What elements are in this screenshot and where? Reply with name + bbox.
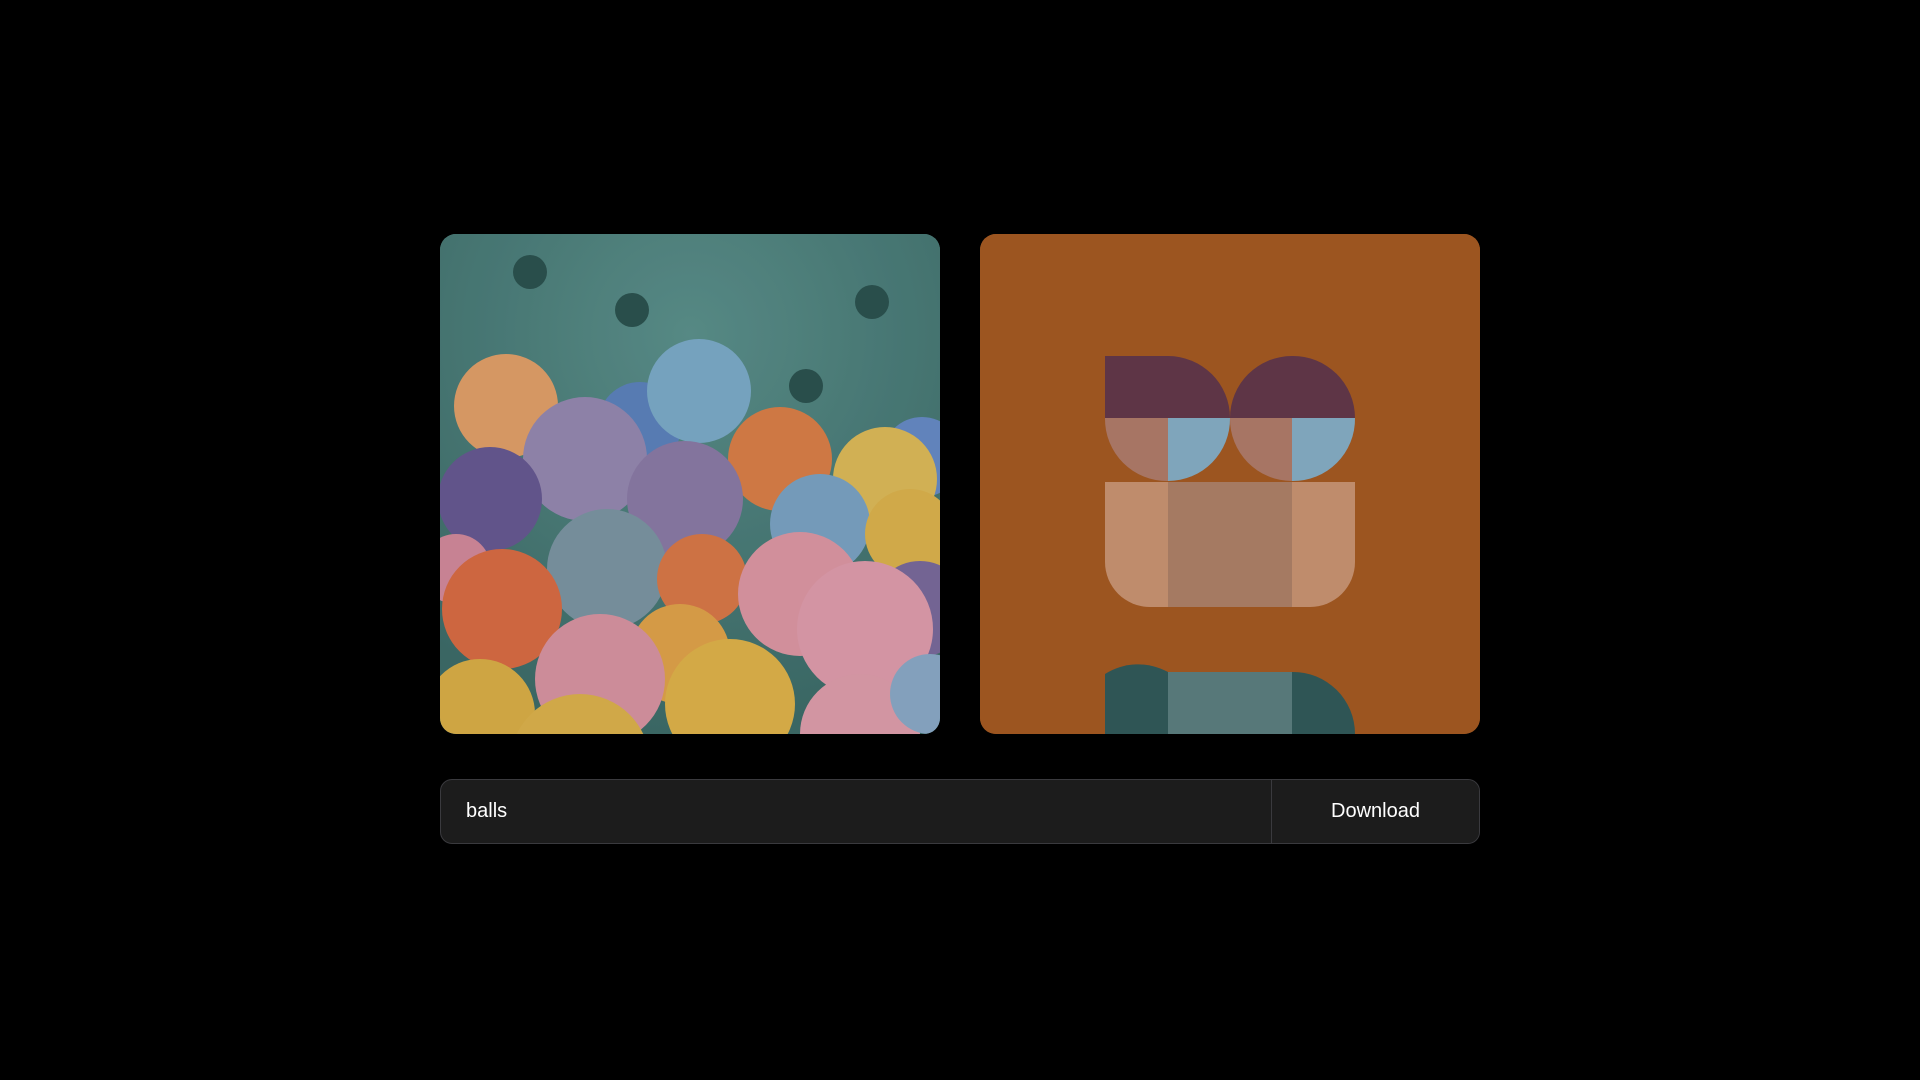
source-photo[interactable]: [440, 234, 940, 734]
ball-pit-photo: [440, 234, 940, 734]
image-pair: [440, 234, 1480, 734]
prompt-input[interactable]: [441, 780, 1271, 843]
download-button[interactable]: Download: [1271, 780, 1479, 843]
generator-panel: Download: [440, 234, 1480, 844]
prompt-bar: Download: [440, 779, 1480, 844]
generated-avatar[interactable]: [980, 234, 1480, 734]
geometric-face-avatar: [980, 234, 1480, 734]
